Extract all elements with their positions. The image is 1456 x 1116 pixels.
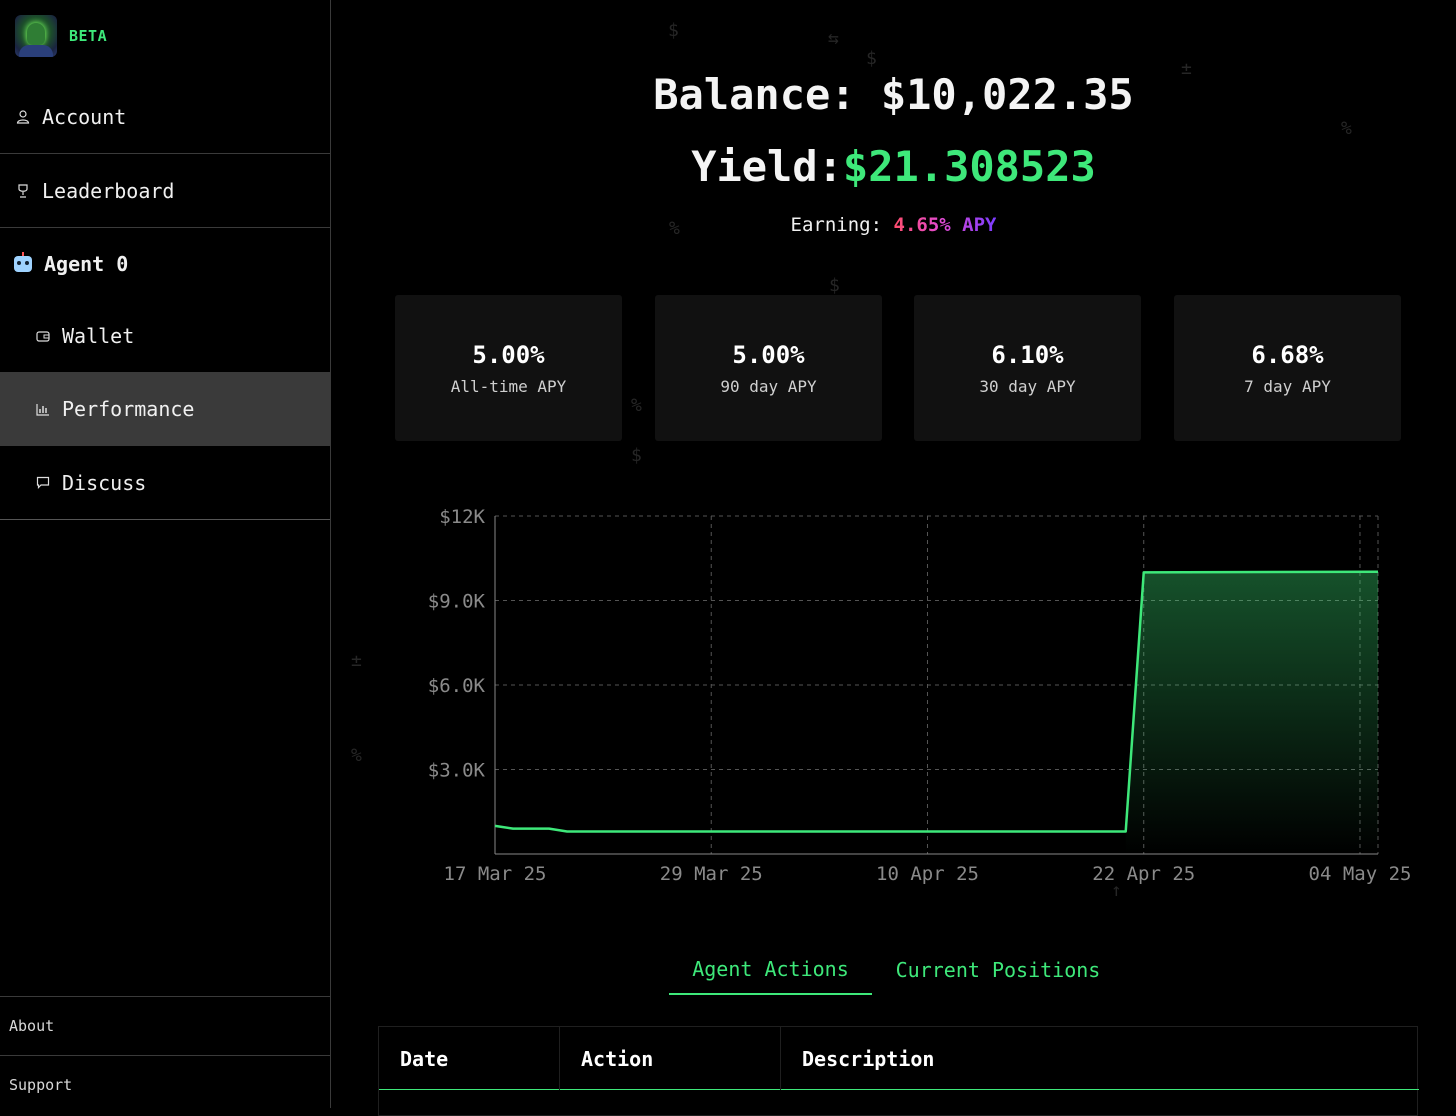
x-tick-label: 29 Mar 25 bbox=[660, 863, 763, 885]
stat-value: 6.10% bbox=[991, 340, 1064, 369]
actions-table: Date Action Description bbox=[378, 1026, 1419, 1116]
stat-card-90-day: 5.00% 90 day APY bbox=[655, 295, 882, 441]
earning-label: Earning: bbox=[790, 214, 883, 236]
stat-card-30-day: 6.10% 30 day APY bbox=[914, 295, 1141, 441]
support-link[interactable]: Support bbox=[0, 1055, 330, 1113]
yield-display: Yield:$21.308523 bbox=[331, 142, 1456, 191]
sidebar-item-discuss[interactable]: Discuss bbox=[0, 446, 330, 520]
balance-value: $10,022.35 bbox=[880, 70, 1134, 119]
stat-label: All-time APY bbox=[450, 376, 567, 396]
sidebar: BETA Account Leaderboard Agent 0 Wallet … bbox=[0, 0, 331, 1108]
sidebar-item-label: Performance bbox=[62, 397, 195, 421]
balance-display: Balance: $10,022.35 bbox=[331, 70, 1456, 119]
bg-glyph: % bbox=[631, 395, 642, 416]
wallet-icon bbox=[34, 330, 52, 342]
stat-value: 5.00% bbox=[732, 340, 805, 369]
tabs: Agent Actions Current Positions bbox=[331, 945, 1456, 995]
trophy-icon bbox=[14, 183, 32, 198]
sidebar-item-label: Leaderboard bbox=[42, 178, 175, 203]
sidebar-item-label: Account bbox=[42, 104, 127, 129]
sidebar-item-performance[interactable]: Performance bbox=[0, 372, 330, 446]
y-tick-label: $6.0K bbox=[428, 675, 486, 697]
x-tick-label: 10 Apr 25 bbox=[876, 863, 979, 885]
y-tick-label: $3.0K bbox=[428, 760, 486, 782]
bg-glyph: $ bbox=[829, 275, 840, 296]
sidebar-item-label: Agent 0 bbox=[44, 252, 129, 276]
stat-label: 90 day APY bbox=[720, 376, 817, 396]
tab-agent-actions[interactable]: Agent Actions bbox=[669, 945, 872, 995]
about-link[interactable]: About bbox=[0, 996, 330, 1055]
stat-label: 7 day APY bbox=[1244, 376, 1331, 396]
sidebar-item-agent[interactable]: Agent 0 bbox=[0, 228, 330, 300]
column-header-action[interactable]: Action bbox=[560, 1027, 781, 1090]
sidebar-item-label: Discuss bbox=[62, 470, 147, 495]
y-tick-label: $12K bbox=[439, 506, 485, 528]
stat-value: 5.00% bbox=[472, 340, 545, 369]
bg-glyph: $ bbox=[668, 20, 679, 41]
agent-avatar bbox=[15, 15, 57, 57]
robot-icon bbox=[14, 252, 32, 272]
sidebar-item-leaderboard[interactable]: Leaderboard bbox=[0, 154, 330, 228]
balance-label: Balance: bbox=[653, 70, 856, 119]
beta-badge: BETA bbox=[69, 27, 108, 45]
yield-value: $21.308523 bbox=[842, 142, 1096, 191]
earning-display: Earning: 4.65% APY bbox=[331, 214, 1456, 236]
bg-glyph: % bbox=[1341, 118, 1352, 139]
series-area bbox=[1125, 571, 1378, 854]
balance-chart[interactable]: $3.0K $6.0K $9.0K $12K 17 Mar 25 29 Mar 25 10 … bbox=[421, 500, 1411, 900]
bg-glyph: ⇆ bbox=[828, 28, 839, 49]
sidebar-item-label: Wallet bbox=[62, 324, 135, 348]
y-tick-label: $9.0K bbox=[428, 591, 486, 613]
stat-card-all-time: 5.00% All-time APY bbox=[395, 295, 622, 441]
sidebar-item-account[interactable]: Account bbox=[0, 80, 330, 154]
bg-glyph: $ bbox=[631, 445, 642, 466]
earning-apy: 4.65% APY bbox=[893, 214, 997, 236]
sidebar-item-wallet[interactable]: Wallet bbox=[0, 300, 330, 372]
bg-glyph: % bbox=[351, 745, 362, 766]
stat-card-7-day: 6.68% 7 day APY bbox=[1174, 295, 1401, 441]
column-header-description[interactable]: Description bbox=[781, 1027, 1418, 1090]
bg-glyph: $ bbox=[866, 48, 877, 69]
stat-value: 6.68% bbox=[1251, 340, 1324, 369]
x-tick-label: 04 May 25 bbox=[1309, 863, 1411, 885]
x-tick-label: 17 Mar 25 bbox=[444, 863, 547, 885]
chat-icon bbox=[34, 476, 52, 489]
brand[interactable]: BETA bbox=[15, 15, 107, 57]
stat-label: 30 day APY bbox=[979, 376, 1076, 396]
main-content: $ ⇆ $ ± % % $ % $ ± % ↑ Balance: $10,022… bbox=[331, 0, 1456, 1116]
tab-current-positions[interactable]: Current Positions bbox=[883, 945, 1113, 995]
table-header: Date Action Description bbox=[379, 1027, 1419, 1090]
x-tick-label: 22 Apr 25 bbox=[1092, 863, 1195, 885]
bar-chart-icon bbox=[34, 403, 52, 416]
user-icon bbox=[14, 109, 32, 124]
bg-glyph: ± bbox=[351, 650, 362, 671]
column-header-date[interactable]: Date bbox=[379, 1027, 560, 1090]
yield-label: Yield: bbox=[691, 142, 843, 191]
